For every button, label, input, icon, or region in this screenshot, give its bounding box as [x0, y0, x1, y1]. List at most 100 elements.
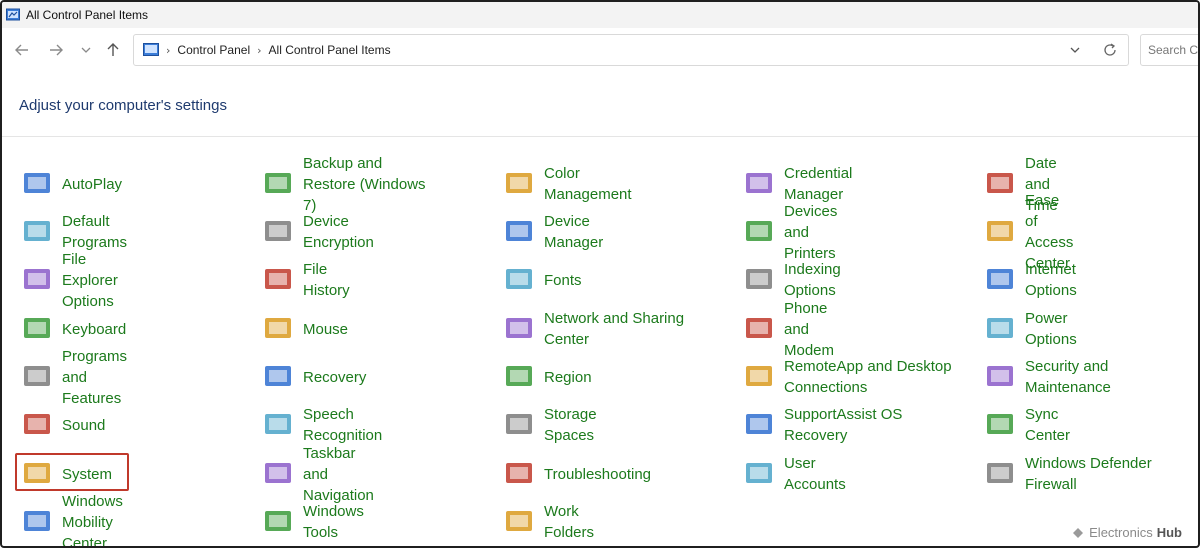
control-panel-item[interactable]: Security and Maintenance: [983, 355, 1111, 399]
refresh-icon[interactable]: [1102, 42, 1118, 58]
forward-button[interactable]: [42, 36, 70, 64]
control-panel-item[interactable]: Speech Recognition: [261, 403, 382, 447]
control-panel-item-label: User Accounts: [784, 455, 846, 493]
system-highlight-box: [15, 453, 129, 491]
control-panel-item[interactable]: Windows Tools: [261, 500, 364, 544]
chevron-down-icon: [81, 47, 91, 53]
control-panel-item[interactable]: Power Options: [983, 307, 1077, 351]
firewall-icon: [987, 463, 1013, 483]
up-arrow-icon: [107, 43, 119, 56]
control-panel-item[interactable]: Indexing Options: [742, 258, 841, 302]
control-panel-item[interactable]: RemoteApp and Desktop Connections: [742, 355, 964, 399]
control-panel-item[interactable]: AutoPlay: [20, 162, 122, 206]
control-panel-item[interactable]: Default Programs: [20, 210, 127, 254]
breadcrumb-all-items[interactable]: All Control Panel Items: [269, 43, 391, 57]
electronics-hub-logo-icon: [1073, 527, 1084, 538]
watermark: Electronics Hub: [1071, 525, 1182, 540]
forward-arrow-icon: [50, 44, 63, 56]
control-panel-item[interactable]: Taskbar and Navigation: [261, 445, 374, 504]
control-panel-item[interactable]: Work Folders: [502, 500, 594, 544]
control-panel-item-label: Backup and Restore (Windows 7): [303, 154, 426, 214]
control-panel-item[interactable]: Credential Manager: [742, 162, 852, 206]
chevron-down-icon[interactable]: [1068, 43, 1082, 57]
control-panel-item[interactable]: File History: [261, 258, 350, 302]
printer-icon: [746, 221, 772, 241]
control-panel-item[interactable]: Troubleshooting: [502, 452, 651, 496]
ease-of-access-icon: [987, 221, 1013, 241]
keyboard-icon: [24, 318, 50, 338]
title-bar: All Control Panel Items: [2, 2, 1198, 28]
troubleshooting-icon: [506, 463, 532, 483]
control-panel-item-label: Region: [544, 368, 592, 386]
control-panel-item-label: Taskbar and Navigation: [303, 444, 374, 504]
watermark-text-a: Electronics: [1089, 525, 1153, 540]
date-time-icon: [987, 173, 1013, 193]
control-panel-item[interactable]: Mouse: [261, 307, 348, 351]
control-panel-item[interactable]: Keyboard: [20, 307, 126, 351]
control-panel-item-label: Devices and Printers: [784, 202, 838, 262]
up-button[interactable]: [99, 36, 127, 64]
control-panel-item[interactable]: Sync Center: [983, 403, 1070, 447]
region-icon: [506, 366, 532, 386]
control-panel-item[interactable]: Devices and Printers: [742, 203, 837, 262]
control-panel-item[interactable]: Fonts: [502, 258, 582, 302]
breadcrumb-control-panel[interactable]: Control Panel: [177, 43, 250, 57]
control-panel-item[interactable]: Device Encryption: [261, 210, 374, 254]
control-panel-item[interactable]: Region: [502, 355, 592, 399]
control-panel-item[interactable]: Storage Spaces: [502, 403, 597, 447]
control-panel-item-label: File Explorer Options: [62, 250, 118, 310]
address-bar[interactable]: › Control Panel › All Control Panel Item…: [133, 34, 1129, 66]
control-panel-item-label: Default Programs: [62, 213, 128, 251]
credential-manager-icon: [746, 173, 772, 193]
control-panel-item[interactable]: Sound: [20, 403, 105, 447]
page-title: Adjust your computer's settings: [19, 97, 227, 114]
navigation-bar: › Control Panel › All Control Panel Item…: [2, 30, 1198, 70]
back-button[interactable]: [8, 36, 36, 64]
control-panel-item-label: Credential Manager: [784, 165, 853, 203]
control-panel-item-label: AutoPlay: [62, 175, 123, 193]
control-panel-item-label: Sound: [62, 416, 106, 434]
control-panel-item-label: Troubleshooting: [544, 465, 652, 483]
control-panel-item[interactable]: SupportAssist OS Recovery: [742, 403, 914, 447]
control-panel-item-label: Indexing Options: [784, 261, 841, 299]
control-panel-window: All Control Panel Items › Control Panel …: [0, 0, 1200, 548]
breadcrumb-separator: ›: [257, 43, 262, 57]
control-panel-item-label: Windows Tools: [303, 503, 364, 541]
control-panel-item-label: Storage Spaces: [544, 406, 597, 444]
control-panel-item[interactable]: Recovery: [261, 355, 366, 399]
security-flag-icon: [987, 366, 1013, 386]
control-panel-item[interactable]: Backup and Restore (Windows 7): [261, 155, 433, 214]
control-panel-item-label: Keyboard: [62, 320, 127, 338]
control-panel-item[interactable]: Windows Defender Firewall: [983, 452, 1175, 496]
control-panel-item-label: Internet Options: [1025, 261, 1077, 299]
control-panel-item-label: Windows Mobility Center: [62, 492, 123, 548]
control-panel-item[interactable]: Windows Mobility Center: [20, 493, 123, 546]
internet-options-icon: [987, 269, 1013, 289]
control-panel-item-label: Power Options: [1025, 310, 1077, 348]
control-panel-item-label: Programs and Features: [62, 347, 128, 407]
control-panel-item[interactable]: Device Manager: [502, 210, 603, 254]
recent-locations-button[interactable]: [72, 36, 100, 64]
control-panel-item[interactable]: Color Management: [502, 162, 632, 206]
work-folders-icon: [506, 511, 532, 531]
watermark-text-b: Hub: [1156, 525, 1182, 540]
tools-gear-icon: [265, 511, 291, 531]
control-panel-item[interactable]: File Explorer Options: [20, 251, 118, 310]
control-panel-item[interactable]: Ease of Access Center: [983, 192, 1073, 272]
control-panel-item[interactable]: User Accounts: [742, 452, 846, 496]
search-input[interactable]: Search Co: [1140, 34, 1198, 66]
control-panel-item-label: Phone and Modem: [784, 299, 835, 359]
phone-icon: [746, 318, 772, 338]
taskbar-icon: [265, 463, 291, 483]
window-title: All Control Panel Items: [26, 8, 149, 22]
control-panel-item-label: Device Encryption: [303, 213, 374, 251]
remoteapp-icon: [746, 366, 772, 386]
control-panel-item-label: Work Folders: [544, 503, 595, 541]
control-panel-item-label: RemoteApp and Desktop Connections: [784, 358, 952, 396]
control-panel-item[interactable]: Programs and Features: [20, 348, 127, 407]
control-panel-item[interactable]: Phone and Modem: [742, 300, 834, 359]
control-panel-item[interactable]: Internet Options: [983, 258, 1077, 302]
mobility-icon: [24, 511, 50, 531]
control-panel-item[interactable]: Network and Sharing Center: [502, 307, 704, 351]
supportassist-icon: [746, 414, 772, 434]
